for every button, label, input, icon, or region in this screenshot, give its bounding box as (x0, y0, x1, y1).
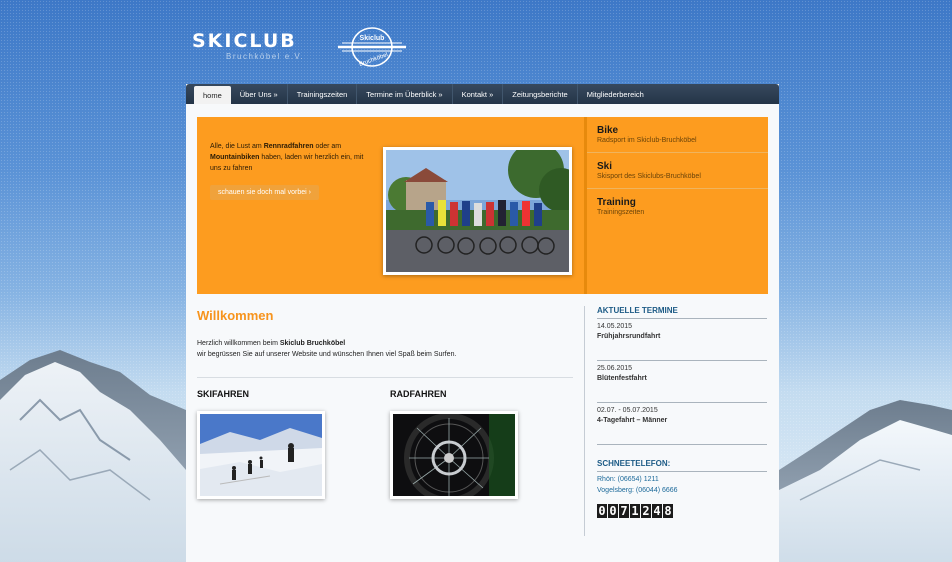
skiing-photo[interactable] (197, 411, 325, 499)
section-title-radfahren: RADFAHREN (390, 389, 447, 399)
feature-text-part: Alle, die Lust am (210, 143, 264, 150)
welcome-text: Herzlich willkommen beim Skiclub Bruchkö… (197, 338, 577, 360)
counter-digit: 0 (597, 504, 607, 518)
side-item-bike[interactable]: Bike Radsport im Skiclub-Bruchköbel (587, 117, 768, 153)
side-item-title: Ski (597, 161, 613, 172)
nav-termine[interactable]: Termine im Überblick » (357, 84, 453, 104)
cyclists-image (386, 150, 569, 272)
counter-digit: 0 (608, 504, 618, 518)
phone-line-rhoen[interactable]: Rhön: (06654) 1211 (597, 474, 767, 485)
welcome-text-part: wir begrüssen Sie auf unserer Website un… (197, 351, 457, 358)
feature-cta-label: schauen sie doch mal vorbei (218, 189, 307, 196)
main-container: home Über Uns » Trainingszeiten Termine … (186, 84, 779, 562)
section-title-skifahren: SKIFAHREN (197, 389, 250, 399)
event-item[interactable]: 25.06.2015 Blütenfestfahrt (597, 361, 767, 403)
nav-kontakt[interactable]: Kontakt » (453, 84, 504, 104)
side-item-training[interactable]: Training Trainingszeiten (587, 189, 768, 225)
side-item-subtitle: Skisport des Skiclubs-Bruchköbel (597, 173, 701, 180)
divider (197, 377, 573, 378)
side-item-subtitle: Radsport im Skiclub-Bruchköbel (597, 137, 697, 144)
event-name: Blütenfestfahrt (597, 375, 647, 382)
bike-wheel-image (393, 414, 515, 496)
counter-digit: 1 (630, 504, 640, 518)
site-logo[interactable]: SKICLUB (192, 30, 297, 52)
counter-digit: 2 (641, 504, 651, 518)
counter-digit: 7 (619, 504, 629, 518)
nav-mitgliederbereich[interactable]: Mitgliederbereich (578, 84, 653, 104)
site-logo-subtitle: Bruchköbel e.V. (226, 52, 305, 61)
feature-text-bold: Mountainbiken (210, 154, 260, 161)
welcome-text-part: Herzlich willkommen beim (197, 340, 280, 347)
emblem-top-text: Skiclub (360, 35, 385, 42)
event-item[interactable]: 02.07. - 05.07.2015 4-Tagefahrt – Männer (597, 403, 767, 445)
sidebar-right: AKTUELLE TERMINE 14.05.2015 Frühjahrsrun… (597, 306, 767, 518)
feature-text-bold: Rennradfahren (263, 143, 314, 150)
event-name: 4-Tagefahrt – Männer (597, 417, 668, 424)
phone-line-vogelsberg[interactable]: Vogelsberg: (06044) 6666 (597, 485, 767, 496)
arrow-right-icon: › (308, 189, 312, 196)
nav-ueber-uns[interactable]: Über Uns » (231, 84, 288, 104)
skiing-image (200, 414, 322, 496)
side-item-title: Training (597, 197, 636, 208)
nav-trainingszeiten[interactable]: Trainingszeiten (288, 84, 358, 104)
feature-side-list: Bike Radsport im Skiclub-Bruchköbel Ski … (584, 117, 768, 294)
feature-text-part: oder am (313, 143, 342, 150)
event-item[interactable]: 14.05.2015 Frühjahrsrundfahrt (597, 319, 767, 361)
event-name: Frühjahrsrundfahrt (597, 333, 661, 340)
event-date: 02.07. - 05.07.2015 (597, 407, 658, 414)
counter-digit: 4 (652, 504, 662, 518)
visitor-counter: 0071248 (597, 504, 767, 518)
club-emblem-icon[interactable]: Skiclub Bruchköbel (336, 25, 408, 69)
feature-cta-button[interactable]: schauen sie doch mal vorbei › (210, 185, 320, 200)
cycling-photo[interactable] (390, 411, 518, 499)
side-item-subtitle: Trainingszeiten (597, 209, 645, 216)
feature-text: Alle, die Lust am Rennradfahren oder am … (210, 141, 375, 174)
cyclists-photo (383, 147, 572, 275)
column-divider (584, 306, 585, 536)
nav-home[interactable]: home (194, 86, 231, 104)
counter-digit: 8 (663, 504, 673, 518)
feature-banner: Alle, die Lust am Rennradfahren oder am … (197, 117, 768, 294)
termine-title: AKTUELLE TERMINE (597, 306, 767, 319)
side-item-title: Bike (597, 125, 619, 136)
nav-zeitungsberichte[interactable]: Zeitungsberichte (503, 84, 578, 104)
main-nav: home Über Uns » Trainingszeiten Termine … (186, 84, 779, 104)
welcome-title: Willkommen (197, 308, 274, 323)
schneetelefon-list: Rhön: (06654) 1211 Vogelsberg: (06044) 6… (597, 474, 767, 496)
welcome-text-bold: Skiclub Bruchköbel (279, 340, 346, 347)
schneetelefon-title: SCHNEETELEFON: (597, 459, 767, 472)
side-item-ski[interactable]: Ski Skisport des Skiclubs-Bruchköbel (587, 153, 768, 189)
event-date: 25.06.2015 (597, 365, 633, 372)
event-date: 14.05.2015 (597, 323, 633, 330)
